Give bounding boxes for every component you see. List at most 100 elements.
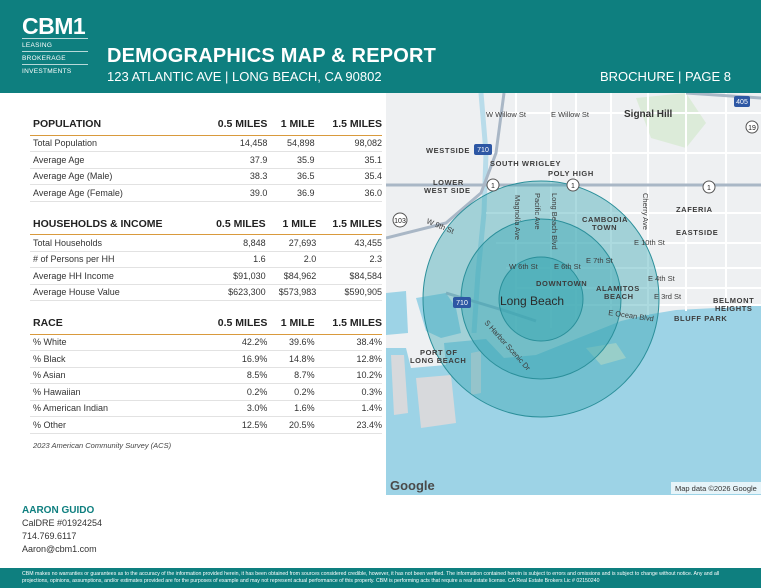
neighborhood-label: ZAFERIA [676, 205, 713, 214]
section-heading: POPULATION [30, 117, 200, 136]
table-row: Average House Value $623,300 $573,983 $590,… [30, 284, 382, 301]
table-row: % White 42.2% 39.6% 38.4% [30, 334, 382, 351]
svg-text:710: 710 [456, 300, 468, 307]
header-banner: CBM1 LEASING BROKERAGE INVESTMENTS DEMOG… [0, 0, 761, 93]
street-label: W 6th St [509, 262, 539, 271]
row-label: Average HH Income [30, 267, 200, 285]
demographics-tables: POPULATION 0.5 MILES 1 MILE 1.5 MILES To… [30, 117, 382, 450]
cell: 16.9% [200, 350, 268, 368]
street-label: E 4th St [648, 274, 676, 283]
table-row: Average Age (Male) 38.3 36.5 35.4 [30, 168, 382, 185]
neighborhood-label: POLY HIGH [548, 169, 594, 178]
cell: 23.4% [314, 416, 382, 434]
cell: 36.5 [267, 168, 315, 185]
logo-line-brokerage: BROKERAGE [22, 51, 88, 64]
section-heading: RACE [30, 316, 200, 335]
row-label: Total Households [30, 234, 200, 252]
race-table: RACE 0.5 MILES 1 MILE 1.5 MILES % White 4… [30, 316, 382, 434]
street-label: E Willow St [551, 110, 590, 119]
cell: 36.0 [314, 184, 382, 202]
route-1-shield: 1 [566, 178, 580, 192]
pier [416, 375, 456, 428]
cell: $84,962 [265, 267, 317, 285]
cell: 0.2% [267, 383, 315, 401]
cell: 27,693 [265, 234, 317, 252]
neighborhood-label: EASTSIDE [676, 228, 718, 237]
row-label: % Hawaiian [30, 383, 200, 401]
column-header: 0.5 MILES [200, 117, 268, 136]
page-reference: BROCHURE | PAGE 8 [600, 69, 731, 84]
cell: 1.6% [267, 400, 315, 417]
table-row: Total Population 14,458 54,898 98,082 [30, 135, 382, 152]
broker-name: AARON GUIDO [22, 505, 95, 516]
broker-license: CalDRE #01924254 [22, 518, 103, 528]
column-header: 1 MILE [267, 117, 315, 136]
neighborhood-label: DOWNTOWN [536, 279, 587, 288]
cell: 54,898 [267, 135, 315, 152]
property-address: 123 ATLANTIC AVE | LONG BEACH, CA 90802 [107, 69, 382, 84]
row-label: % Other [30, 416, 200, 434]
street-label: Magnolia Ave [513, 195, 522, 240]
row-label: % White [30, 334, 200, 351]
map-canvas: 405 19 710 1 1 1 103 710 W Willow St E W… [386, 93, 761, 495]
radius-map[interactable]: 405 19 710 1 1 1 103 710 W Willow St E W… [386, 93, 761, 495]
column-header: 1.5 MILES [314, 316, 382, 335]
svg-text:405: 405 [736, 99, 748, 106]
table-row: % Other 12.5% 20.5% 23.4% [30, 416, 382, 434]
table-row: Average HH Income $91,030 $84,962 $84,584 [30, 267, 382, 285]
cell: 35.1 [314, 151, 382, 169]
route-1-shield: 1 [702, 180, 716, 194]
table-row: Total Households 8,848 27,693 43,455 [30, 234, 382, 252]
street-label: E 3rd St [654, 292, 682, 301]
cell: 14.8% [267, 350, 315, 368]
svg-text:19: 19 [748, 125, 756, 132]
cell: 10.2% [314, 367, 382, 384]
table-row: % Black 16.9% 14.8% 12.8% [30, 350, 382, 368]
table-header-row: HOUSEHOLDS & INCOME 0.5 MILES 1 MILE 1.5… [30, 216, 382, 235]
cell: 42.2% [200, 334, 268, 351]
cell: 2.3 [316, 251, 382, 268]
cell: 8.7% [267, 367, 315, 384]
column-header: 1.5 MILES [316, 216, 382, 235]
neighborhood-label: LONG BEACH [410, 356, 466, 365]
logo-mark: CBM1 [22, 13, 86, 39]
svg-text:103: 103 [394, 218, 406, 225]
street-label: W Willow St [486, 110, 527, 119]
google-logo: Google [390, 478, 435, 493]
street-label: E 7th St [586, 256, 614, 265]
broker-phone[interactable]: 714.769.6117 [22, 530, 102, 543]
cell: $91,030 [200, 267, 266, 285]
logo-line-investments: INVESTMENTS [22, 64, 88, 77]
cell: $84,584 [316, 267, 382, 285]
city-label: Long Beach [500, 294, 564, 308]
neighborhood-label: BLUFF PARK [674, 314, 727, 323]
route-103-shield: 103 [392, 212, 408, 228]
page-title: DEMOGRAPHICS MAP & REPORT [107, 45, 437, 67]
broker-contact: AARON GUIDO CalDRE #01924254 714.769.611… [22, 504, 102, 556]
harbor-channel [386, 291, 408, 335]
route-19-shield: 19 [745, 120, 759, 134]
cell: 37.9 [200, 151, 268, 169]
broker-email[interactable]: Aaron@cbm1.com [22, 543, 102, 556]
cell: 20.5% [267, 416, 315, 434]
row-label: % Asian [30, 367, 200, 384]
column-header: 1 MILE [267, 316, 315, 335]
company-logo: CBM1 LEASING BROKERAGE INVESTMENTS [22, 14, 88, 77]
cell: 2.0 [265, 251, 317, 268]
cell: 1.4% [314, 400, 382, 417]
cell: 12.8% [314, 350, 382, 368]
street-label: Long Beach Blvd [550, 193, 559, 250]
row-label: Average House Value [30, 284, 200, 301]
cell: 8.5% [200, 367, 268, 384]
interstate-405-shield: 405 [734, 96, 750, 107]
logo-line-leasing: LEASING [22, 38, 88, 51]
table-row: % Hawaiian 0.2% 0.2% 0.3% [30, 383, 382, 401]
neighborhood-label: TOWN [592, 223, 617, 232]
cell: 8,848 [200, 234, 266, 252]
street-label: E 6th St [554, 262, 582, 271]
data-source-note: 2023 American Community Survey (ACS) [33, 440, 172, 450]
route-1-shield: 1 [486, 178, 500, 192]
row-label: Average Age (Female) [30, 184, 200, 202]
row-label: Average Age [30, 151, 200, 169]
